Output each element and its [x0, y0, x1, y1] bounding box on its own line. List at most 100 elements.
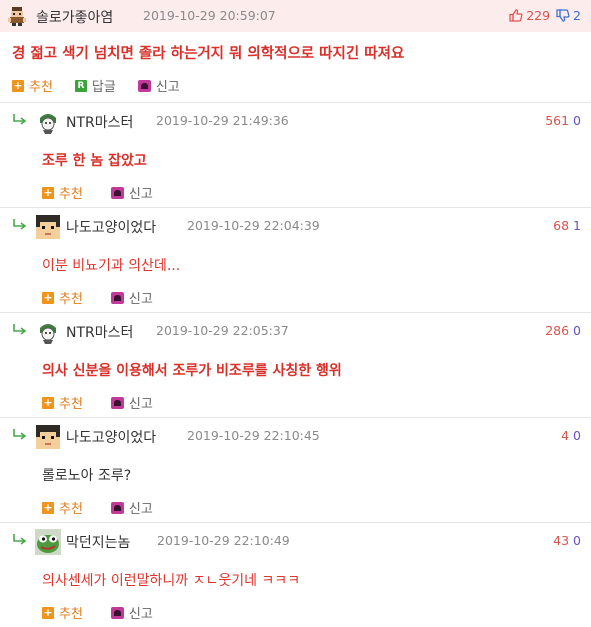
recommend-button[interactable]: + 추천: [42, 288, 83, 307]
comment-votes: 561 0: [545, 113, 581, 128]
comment-votes: 68 1: [553, 218, 581, 233]
comment-list: NTR마스터 2019-10-29 21:49:36 561 0 조루 한 놈 잡…: [0, 102, 591, 627]
recommend-button[interactable]: + 추천: [12, 76, 53, 95]
reply-arrow-icon: [13, 114, 27, 125]
recommend-label: 추천: [29, 80, 53, 95]
comment-downvote-count: 0: [573, 428, 581, 443]
comment-item: 막던지는놈 2019-10-29 22:10:49 43 0 의사센세가 이런말하…: [0, 522, 591, 627]
comment-actions: + 추천 신고: [42, 603, 181, 622]
report-button[interactable]: 신고: [137, 76, 180, 95]
comment-author[interactable]: 막던지는놈: [66, 532, 130, 552]
plus-icon: +: [42, 185, 54, 199]
comment-downvote-count: 0: [573, 323, 581, 338]
post-header: 솔로가좋아염 2019-10-29 20:59:07 229 2: [0, 0, 591, 32]
comment-actions: + 추천 신고: [42, 183, 181, 202]
comment-upvote-count: 561: [545, 113, 570, 128]
recommend-label: 추천: [59, 397, 83, 412]
comment-upvote-count: 68: [553, 218, 570, 233]
report-label: 신고: [128, 292, 153, 307]
comment-upvote-count: 43: [553, 533, 570, 548]
thumbs-up-icon[interactable]: [509, 9, 523, 22]
comment-text: 의사 신분을 이용해서 조루가 비조루를 사칭한 행위: [42, 363, 342, 379]
reply-arrow-icon: [13, 219, 27, 230]
plus-icon: +: [42, 605, 54, 619]
comment-votes: 40: [561, 428, 581, 443]
comment-date: 2019-10-29 21:49:36: [156, 113, 289, 128]
report-button[interactable]: 신고: [110, 183, 153, 202]
post-actions: + 추천 R 답글 신고: [12, 76, 202, 95]
comment-votes: 286 0: [545, 323, 581, 338]
comment-actions: + 추천 신고: [42, 498, 181, 517]
reply-button[interactable]: R 답글: [74, 76, 116, 95]
reply-arrow-icon: [13, 429, 27, 440]
comment-text: 의사센세가 이런말하니까 ㅈㄴ웃기네 ㅋㅋㅋ: [42, 573, 301, 589]
report-label: 신고: [128, 607, 153, 622]
recommend-button[interactable]: + 추천: [42, 603, 83, 622]
comment-author[interactable]: NTR마스터: [66, 322, 133, 342]
comment-item: NTR마스터 2019-10-29 22:05:37 286 0 의사 신분을 이…: [0, 312, 591, 417]
comment-downvote-count: 0: [573, 533, 581, 548]
recommend-label: 추천: [59, 292, 83, 307]
comment-author[interactable]: NTR마스터: [66, 112, 133, 132]
comment-author[interactable]: 나도고양이었다: [66, 217, 156, 237]
recommend-button[interactable]: + 추천: [42, 183, 83, 202]
report-icon: [110, 501, 124, 514]
comment-date: 2019-10-29 22:04:39: [187, 218, 320, 233]
report-label: 신고: [128, 187, 153, 202]
post-upvote-count: 229: [526, 8, 551, 23]
comment-votes: 43 0: [553, 533, 581, 548]
user-avatar-icon[interactable]: [6, 5, 28, 27]
comment-date: 2019-10-29 22:10:45: [187, 428, 320, 443]
plus-icon: +: [42, 290, 54, 304]
reply-label: 답글: [91, 80, 116, 95]
comment-downvote-count: 1: [573, 218, 581, 233]
comment-text: 조루 한 놈 잡았고: [42, 153, 147, 169]
thumbs-down-icon[interactable]: [556, 9, 570, 22]
plus-icon: +: [42, 500, 54, 514]
comment-item: 나도고양이었다 2019-10-29 22:10:45 40 롤로노아 조루? …: [0, 417, 591, 522]
reply-badge-icon: R: [74, 79, 87, 92]
user-avatar-icon[interactable]: [35, 109, 61, 135]
recommend-button[interactable]: + 추천: [42, 393, 83, 412]
user-avatar-icon[interactable]: [35, 214, 61, 240]
comment-upvote-count: 4: [561, 428, 570, 443]
comment-upvote-count: 286: [545, 323, 570, 338]
report-button[interactable]: 신고: [110, 603, 153, 622]
recommend-button[interactable]: + 추천: [42, 498, 83, 517]
recommend-label: 추천: [59, 502, 83, 517]
comment-item: NTR마스터 2019-10-29 21:49:36 561 0 조루 한 놈 잡…: [0, 102, 591, 207]
user-avatar-icon[interactable]: [35, 319, 61, 345]
post-date: 2019-10-29 20:59:07: [143, 8, 276, 23]
report-label: 신고: [128, 397, 153, 412]
comment-downvote-count: 0: [573, 113, 581, 128]
report-button[interactable]: 신고: [110, 393, 153, 412]
comment-text: 롤로노아 조루?: [42, 468, 132, 484]
comment-actions: + 추천 신고: [42, 393, 181, 412]
report-button[interactable]: 신고: [110, 498, 153, 517]
recommend-label: 추천: [59, 607, 83, 622]
post-author[interactable]: 솔로가좋아염: [36, 7, 113, 27]
report-icon: [110, 186, 124, 199]
recommend-label: 추천: [59, 187, 83, 202]
comment-actions: + 추천 신고: [42, 288, 181, 307]
report-icon: [110, 291, 124, 304]
report-button[interactable]: 신고: [110, 288, 153, 307]
comment-item: 나도고양이었다 2019-10-29 22:04:39 68 1 이분 비뇨기과 …: [0, 207, 591, 312]
report-icon: [110, 606, 124, 619]
report-label: 신고: [128, 502, 153, 517]
reply-arrow-icon: [13, 534, 27, 545]
comment-author[interactable]: 나도고양이었다: [66, 427, 156, 447]
main-post: 솔로가좋아염 2019-10-29 20:59:07 229 2 경 젊고 색기…: [0, 0, 591, 102]
plus-icon: +: [12, 78, 24, 92]
report-label: 신고: [155, 80, 180, 95]
report-icon: [110, 396, 124, 409]
user-avatar-icon[interactable]: [35, 424, 61, 450]
comment-text: 이분 비뇨기과 의산데...: [42, 258, 181, 274]
comment-date: 2019-10-29 22:05:37: [156, 323, 289, 338]
user-avatar-icon[interactable]: [35, 529, 61, 555]
post-downvote-count: 2: [573, 8, 581, 23]
comment-date: 2019-10-29 22:10:49: [157, 533, 290, 548]
reply-arrow-icon: [13, 324, 27, 335]
plus-icon: +: [42, 395, 54, 409]
post-text: 경 젊고 색기 넘치면 졸라 하는거지 뭐 의학적으로 따지긴 따져요: [12, 46, 405, 62]
